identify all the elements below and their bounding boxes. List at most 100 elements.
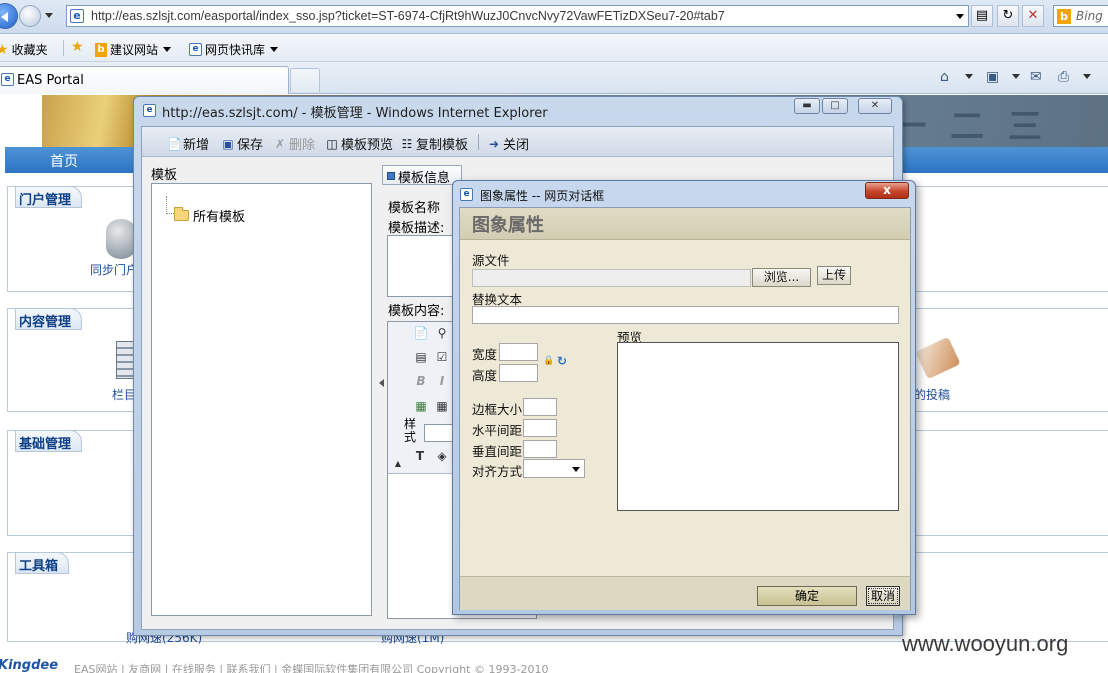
watermark: www.wooyun.org: [902, 631, 1069, 656]
maximize-button[interactable]: □: [822, 98, 848, 114]
address-input[interactable]: e http://eas.szlsjt.com/easportal/index_…: [66, 5, 969, 27]
ok-button[interactable]: 确定: [757, 586, 857, 606]
width-label: 宽度: [472, 347, 498, 362]
bold-icon[interactable]: B: [413, 373, 429, 389]
sync-portal-label[interactable]: 同步门户: [90, 261, 138, 278]
dialog-heading-bar: 图象属性: [460, 208, 910, 240]
address-dropdown-icon[interactable]: [956, 14, 964, 23]
minimize-button[interactable]: ▬: [794, 98, 820, 114]
vspace-input[interactable]: [523, 440, 557, 458]
cancel-button[interactable]: 取消: [866, 586, 900, 606]
print-icon[interactable]: ⎙: [1058, 69, 1069, 85]
preview-icon: ◫: [326, 136, 338, 151]
close-button[interactable]: ➜ 关闭: [487, 134, 530, 154]
template-icon[interactable]: ▤: [413, 349, 429, 365]
new-page-icon[interactable]: 📄: [413, 325, 429, 341]
favorites-button[interactable]: ★ 收藏夹: [0, 41, 48, 58]
save-disk-icon: ▣: [222, 136, 234, 151]
copy-template-button[interactable]: ☷ 复制模板: [400, 134, 468, 154]
hspace-label: 水平间距: [472, 423, 523, 438]
chevron-down-icon[interactable]: [1083, 74, 1091, 83]
image-icon[interactable]: ▦: [413, 398, 429, 414]
template-tree: 所有模板: [151, 183, 372, 616]
forward-button[interactable]: [19, 5, 41, 27]
width-input[interactable]: [499, 343, 538, 361]
alt-text-input[interactable]: [472, 306, 899, 324]
upload-button[interactable]: 上传: [817, 266, 851, 285]
copy-icon: ☷: [401, 136, 413, 151]
dialog-heading: 图象属性: [472, 215, 544, 236]
image-preview-area: [617, 342, 899, 511]
back-button[interactable]: [0, 3, 18, 29]
save-button[interactable]: ▣ 保存: [221, 134, 263, 154]
home-icon[interactable]: ⌂: [940, 69, 949, 85]
table-icon[interactable]: ▦: [434, 398, 450, 414]
search-engine-label: Bing: [1076, 9, 1103, 23]
new-document-icon: 📄: [167, 136, 182, 151]
lock-ratio-icon[interactable]: 🔒: [543, 356, 554, 366]
close-label: 关闭: [503, 138, 530, 153]
favorites-label: 收藏夹: [11, 43, 48, 57]
chevron-down-icon: [572, 467, 580, 476]
sync-portal-icon[interactable]: [106, 219, 136, 259]
delete-button[interactable]: ✗ 删除: [273, 134, 316, 154]
text-color-icon[interactable]: T: [412, 448, 428, 464]
address-url: http://eas.szlsjt.com/easportal/index_ss…: [91, 9, 725, 23]
dialog-client-area: 图象属性 源文件 浏览... 上传 替换文本 预览 宽度 🔒 ↻ 高度 边框大小…: [459, 207, 911, 610]
my-contribution-label[interactable]: 的投稿: [914, 386, 950, 403]
compatibility-view-icon[interactable]: ▤: [971, 5, 993, 27]
close-window-button[interactable]: ✕: [858, 98, 892, 114]
tree-node-all-templates[interactable]: 所有模板: [174, 206, 245, 225]
source-file-input[interactable]: [472, 269, 751, 287]
stop-icon[interactable]: ✕: [1022, 5, 1044, 27]
delete-icon: ✗: [274, 136, 286, 151]
template-toolbar: 📄 新增 ▣ 保存 ✗ 删除 ◫ 模板预览 ☷ 复制模板 ➜ 关闭: [142, 127, 893, 157]
checkbox-icon[interactable]: ☑: [434, 349, 450, 365]
portal-footer: Kingdee EAS网站 | 友商网 | 在线服务 | 联系我们 | 金蝶国际…: [0, 657, 1108, 673]
new-button[interactable]: 📄 新增: [167, 134, 209, 154]
bing-icon: b: [95, 42, 107, 57]
search-input[interactable]: b Bing: [1053, 5, 1108, 27]
italic-icon[interactable]: I: [434, 373, 450, 389]
tree-connector: [166, 196, 174, 214]
web-slice-gallery-button[interactable]: e 网页快讯库: [189, 41, 279, 58]
delete-label: 删除: [289, 138, 316, 153]
tab-title: EAS Portal: [17, 73, 84, 88]
refresh-icon[interactable]: ↻: [997, 5, 1019, 27]
align-select[interactable]: [523, 459, 585, 478]
collapse-toolbar-icon[interactable]: ▲: [390, 456, 406, 472]
dialog-close-button[interactable]: x: [865, 182, 909, 199]
mail-icon[interactable]: ✉: [1030, 69, 1042, 85]
ie-icon: e: [460, 188, 473, 201]
dialog-button-bar: 确定 取消: [460, 576, 910, 610]
chevron-down-icon: [163, 47, 172, 56]
preview-icon[interactable]: ⚲: [434, 325, 450, 341]
add-star-icon: ★: [71, 39, 84, 55]
tab-marker-icon: [387, 172, 395, 180]
contribution-scroll-icon[interactable]: [915, 336, 961, 380]
eraser-icon[interactable]: ◈: [434, 448, 450, 464]
new-tab-button[interactable]: [290, 68, 320, 92]
tab-template-info[interactable]: 模板信息: [382, 165, 462, 186]
ie-icon: e: [189, 43, 202, 56]
recent-pages-dropdown[interactable]: [45, 13, 53, 22]
nav-home[interactable]: 首页: [50, 151, 78, 171]
border-size-label: 边框大小: [472, 402, 523, 417]
suggested-sites-button[interactable]: b 建议网站: [95, 41, 172, 58]
reset-size-icon[interactable]: ↻: [557, 354, 567, 368]
hspace-input[interactable]: [523, 419, 557, 437]
rss-feed-icon[interactable]: ▣: [986, 69, 999, 85]
height-label: 高度: [472, 368, 498, 383]
panel-splitter[interactable]: [375, 367, 384, 407]
tab-eas-portal[interactable]: e EAS Portal: [0, 66, 289, 94]
browse-button[interactable]: 浏览...: [752, 268, 811, 287]
template-preview-button[interactable]: ◫ 模板预览: [325, 134, 393, 154]
chevron-down-icon[interactable]: [965, 74, 973, 83]
add-favorites-icon[interactable]: ★: [71, 39, 84, 55]
tree-header: 模板: [151, 168, 178, 183]
border-size-input[interactable]: [523, 398, 557, 416]
folder-icon: [174, 207, 189, 221]
height-input[interactable]: [499, 364, 538, 382]
chevron-down-icon[interactable]: [1012, 74, 1020, 83]
window-title: http://eas.szlsjt.com/ - 模板管理 - Windows …: [162, 106, 548, 121]
